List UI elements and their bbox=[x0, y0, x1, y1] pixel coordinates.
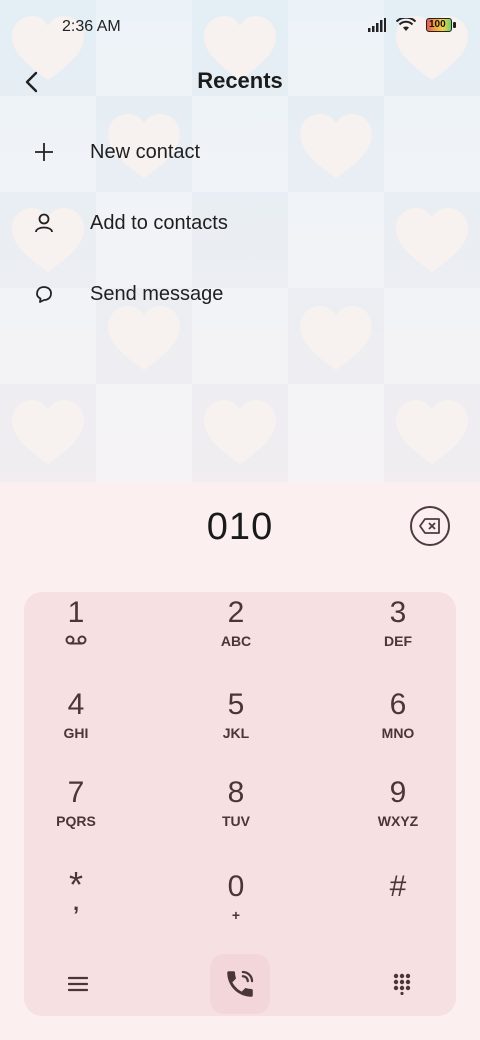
add-to-contacts-action[interactable]: Add to contacts bbox=[0, 193, 480, 253]
action-label: Send message bbox=[90, 282, 224, 305]
key-letters: MNO bbox=[381, 725, 415, 741]
key-letters: PQRS bbox=[56, 813, 96, 829]
dialpad-icon bbox=[393, 973, 411, 995]
signal-icon bbox=[368, 18, 386, 32]
key-digit: 6 bbox=[389, 688, 407, 721]
key-letters: JKL bbox=[222, 725, 250, 741]
page-title: Recents bbox=[197, 68, 283, 93]
key-7[interactable]: 7 PQRS bbox=[16, 776, 136, 856]
status-icons: 100 bbox=[368, 18, 456, 32]
action-label: Add to contacts bbox=[90, 211, 228, 234]
new-contact-action[interactable]: New contact bbox=[0, 122, 480, 182]
key-digit: 1 bbox=[67, 596, 85, 629]
key-letters: WXYZ bbox=[377, 813, 419, 829]
key-5[interactable]: 5 JKL bbox=[176, 688, 296, 768]
key-4[interactable]: 4 GHI bbox=[16, 688, 136, 768]
battery-level: 100 bbox=[429, 19, 446, 30]
wifi-icon bbox=[396, 18, 416, 31]
key-1[interactable]: 1 bbox=[16, 596, 136, 676]
status-time: 2:36 AM bbox=[62, 18, 121, 35]
key-digit: 9 bbox=[389, 776, 407, 809]
dialed-number: 010 bbox=[206, 506, 274, 548]
key-digit: 7 bbox=[67, 776, 85, 809]
send-message-action[interactable]: Send message bbox=[0, 264, 480, 324]
key-3[interactable]: 3 DEF bbox=[338, 596, 458, 676]
key-digit: 8 bbox=[227, 776, 245, 809]
key-letters: , bbox=[72, 890, 80, 915]
key-letters: + bbox=[231, 907, 241, 923]
key-letters: ABC bbox=[220, 633, 252, 649]
key-digit: 3 bbox=[389, 596, 407, 629]
key-digit: 0 bbox=[227, 870, 245, 903]
key-hash[interactable]: # bbox=[338, 870, 458, 950]
menu-button[interactable] bbox=[48, 954, 108, 1014]
key-digit: 5 bbox=[227, 688, 245, 721]
key-digit: 2 bbox=[227, 596, 245, 629]
menu-icon bbox=[68, 976, 88, 992]
key-8[interactable]: 8 TUV bbox=[176, 776, 296, 856]
key-star[interactable]: * , bbox=[16, 867, 136, 950]
call-button[interactable] bbox=[210, 954, 270, 1014]
status-bar: 2:36 AM 100 bbox=[0, 0, 480, 56]
backspace-button[interactable] bbox=[410, 506, 450, 546]
key-letters: TUV bbox=[222, 813, 250, 829]
dialpad-toggle-button[interactable] bbox=[372, 954, 432, 1014]
key-6[interactable]: 6 MNO bbox=[338, 688, 458, 768]
backspace-icon bbox=[419, 518, 440, 534]
key-9[interactable]: 9 WXYZ bbox=[338, 776, 458, 856]
header: Recents bbox=[0, 56, 480, 108]
key-digit: 4 bbox=[67, 688, 85, 721]
key-letters: GHI bbox=[63, 725, 89, 741]
key-digit: # bbox=[389, 870, 407, 903]
person-icon bbox=[24, 203, 64, 243]
battery-icon: 100 bbox=[426, 18, 456, 32]
key-2[interactable]: 2 ABC bbox=[176, 596, 296, 676]
keypad: 1 2 ABC 3 DEF 4 GHI 5 JKL 6 MNO 7 PQRS 8… bbox=[24, 592, 456, 1016]
chat-bubble-icon bbox=[24, 274, 64, 314]
plus-icon bbox=[24, 132, 64, 172]
phone-icon bbox=[227, 970, 254, 997]
key-letters: DEF bbox=[384, 633, 412, 649]
voicemail-icon bbox=[65, 635, 87, 645]
key-0[interactable]: 0 + bbox=[176, 870, 296, 950]
action-label: New contact bbox=[90, 140, 201, 163]
